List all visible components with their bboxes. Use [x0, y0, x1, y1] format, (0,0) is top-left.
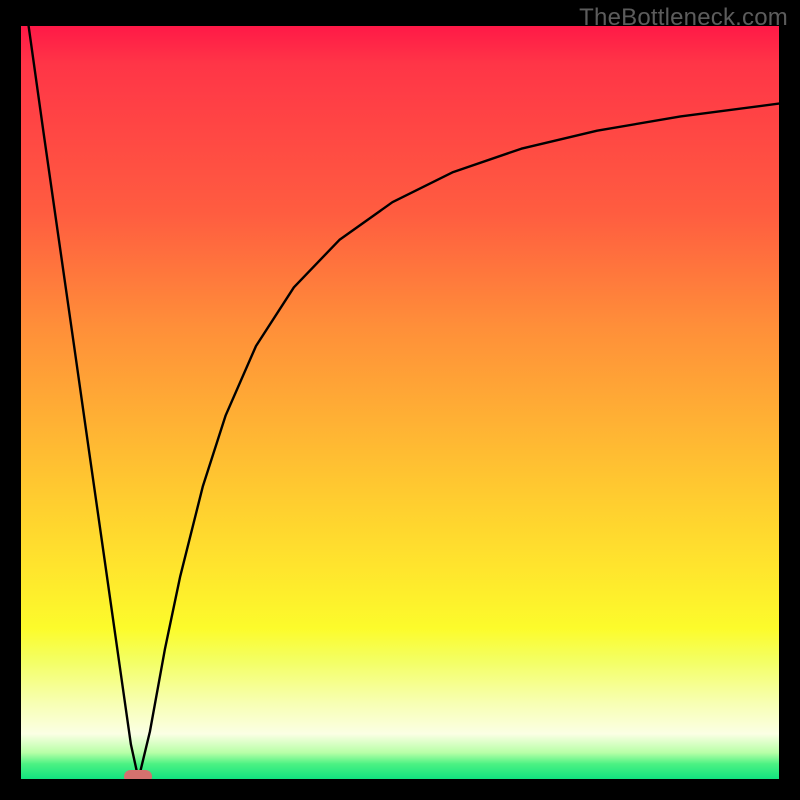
chart-frame: TheBottleneck.com: [0, 0, 800, 800]
plot-area: [21, 26, 779, 779]
bottleneck-curve: [21, 26, 779, 779]
optimum-marker: [124, 770, 152, 779]
watermark-label: TheBottleneck.com: [579, 4, 788, 32]
